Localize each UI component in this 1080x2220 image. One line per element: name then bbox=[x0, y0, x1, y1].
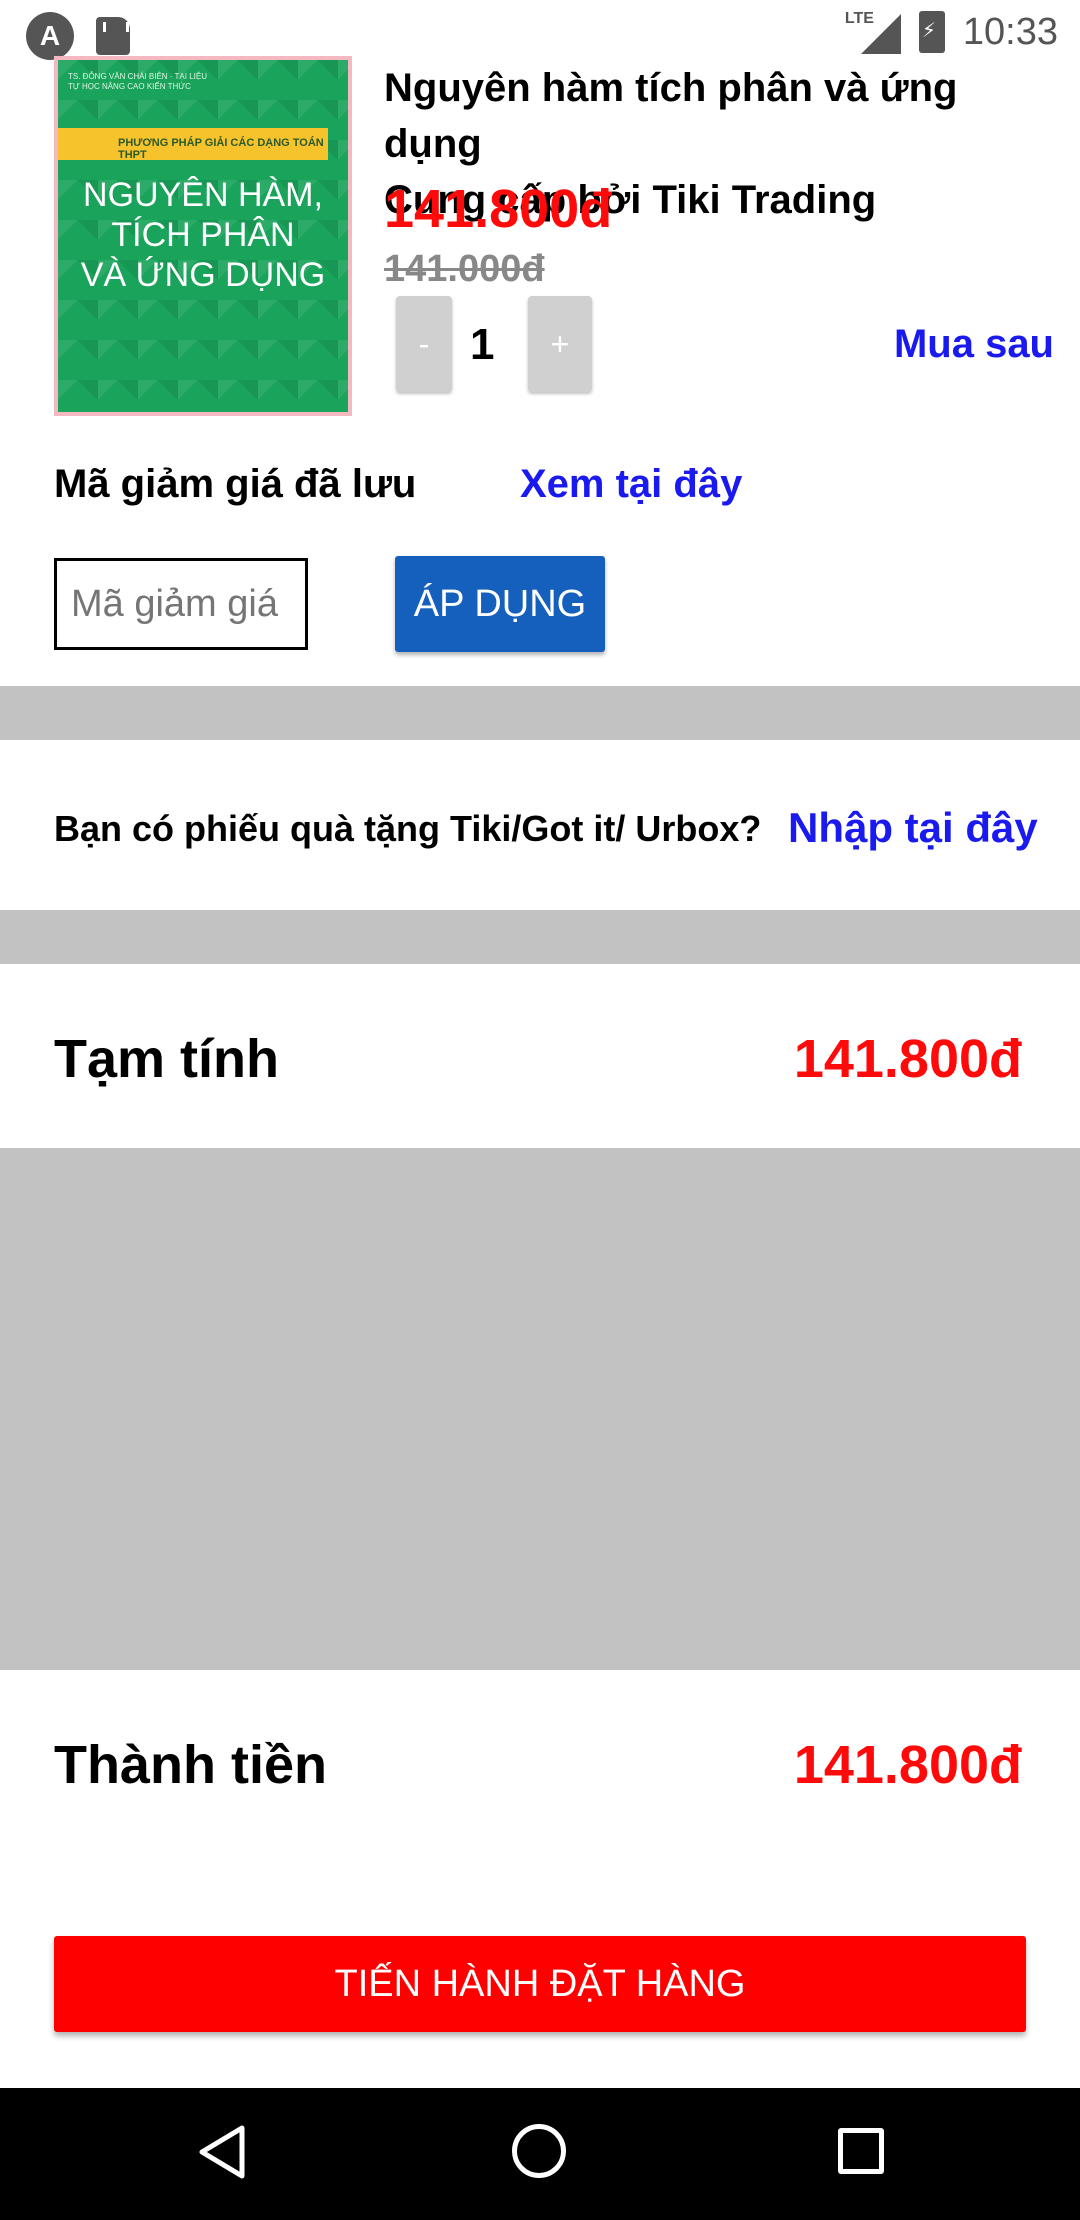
product-image[interactable]: TS. ĐỖNG VĂN CHÁI BIÊN · TẠI LIỆU TỰ HỌC… bbox=[54, 56, 352, 416]
coupon-code-input[interactable] bbox=[54, 558, 308, 650]
place-order-button[interactable]: TIẾN HÀNH ĐẶT HÀNG bbox=[54, 1936, 1026, 2032]
sd-card-icon bbox=[96, 17, 130, 55]
cover-title-line: NGUYÊN HÀM, bbox=[83, 176, 323, 214]
apply-coupon-button[interactable]: ÁP DỤNG bbox=[395, 556, 605, 652]
cover-title: NGUYÊN HÀM, TÍCH PHÂN VÀ ỨNG DỤNG bbox=[58, 175, 348, 295]
product-price: 141.800đ bbox=[384, 179, 613, 239]
cover-title-line: VÀ ỨNG DỤNG bbox=[80, 256, 326, 294]
subtotal-value: 141.800đ bbox=[793, 1029, 1022, 1089]
empty-gray-area bbox=[0, 1148, 1080, 1670]
product-old-price: 141.000đ bbox=[384, 248, 545, 290]
product-name[interactable]: Nguyên hàm tích phân và ứng dụng bbox=[384, 60, 1064, 172]
section-divider bbox=[0, 686, 1080, 740]
view-coupons-link[interactable]: Xem tại đây bbox=[520, 462, 742, 507]
quantity-decrease-button[interactable]: - bbox=[396, 296, 452, 392]
navigation-bar bbox=[0, 2088, 1080, 2220]
quantity-increase-button[interactable]: + bbox=[528, 296, 592, 392]
cover-title-line: TÍCH PHÂN bbox=[111, 216, 295, 254]
buy-later-link[interactable]: Mua sau bbox=[894, 322, 1054, 367]
back-icon[interactable] bbox=[196, 2124, 248, 2180]
section-divider bbox=[0, 910, 1080, 964]
home-icon[interactable] bbox=[512, 2124, 566, 2178]
enter-gift-link[interactable]: Nhập tại đây bbox=[788, 804, 1038, 852]
cover-top-text: TS. ĐỖNG VĂN CHÁI BIÊN · TẠI LIỆU TỰ HỌC… bbox=[68, 72, 207, 91]
saved-coupon-label: Mã giảm giá đã lưu bbox=[54, 462, 417, 506]
total-label: Thành tiền bbox=[54, 1735, 327, 1795]
subtotal-label: Tạm tính bbox=[54, 1029, 279, 1089]
app-icon-glyph: A bbox=[39, 20, 61, 51]
gift-voucher-text: Bạn có phiếu quà tặng Tiki/Got it/ Urbox… bbox=[54, 808, 762, 849]
recent-apps-icon[interactable] bbox=[838, 2128, 884, 2174]
battery-icon bbox=[918, 11, 945, 53]
signal-icon: LTE bbox=[845, 10, 901, 54]
app-notification-icon: A bbox=[26, 12, 74, 60]
total-value: 141.800đ bbox=[793, 1735, 1022, 1795]
quantity-value: 1 bbox=[470, 320, 495, 369]
cover-band: PHƯƠNG PHÁP GIẢI CÁC DẠNG TOÁN THPT bbox=[58, 128, 328, 161]
clock: 10:33 bbox=[962, 10, 1058, 53]
